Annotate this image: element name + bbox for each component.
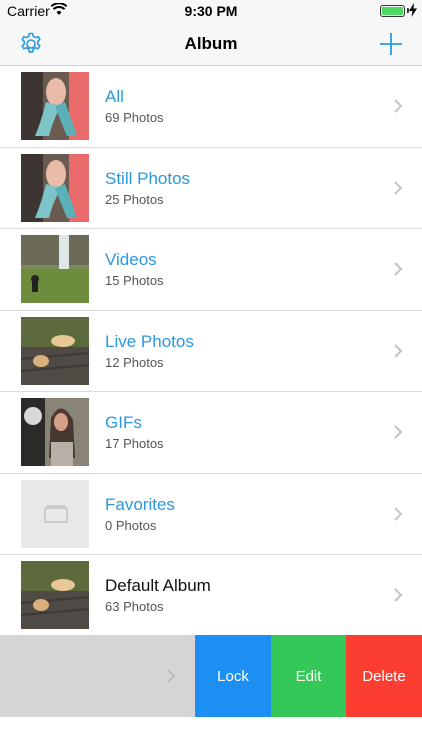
album-count: 17 Photos bbox=[105, 436, 164, 451]
album-list: All 69 Photos Still Photos 25 Photos Vid… bbox=[0, 66, 422, 637]
album-thumbnail bbox=[21, 153, 89, 222]
navigation-bar: Album bbox=[0, 22, 422, 66]
charging-bolt-icon bbox=[409, 3, 417, 17]
status-bar: Carrier 9:30 PM bbox=[0, 0, 422, 22]
chevron-right-icon bbox=[394, 506, 403, 521]
album-thumbnail bbox=[21, 235, 89, 303]
album-name: GIFs bbox=[105, 413, 142, 432]
album-row-all[interactable]: All 69 Photos bbox=[0, 66, 422, 148]
album-row-gifs[interactable]: GIFs 17 Photos bbox=[0, 392, 422, 474]
album-row-favorites[interactable]: Favorites 0 Photos bbox=[0, 473, 422, 555]
chevron-right-icon bbox=[394, 425, 403, 439]
chevron-right-icon bbox=[394, 262, 403, 276]
album-name: Default Album bbox=[105, 576, 211, 595]
battery-icon bbox=[380, 5, 405, 17]
chevron-right-icon bbox=[394, 99, 403, 113]
album-count: 12 Photos bbox=[105, 354, 164, 370]
edit-button[interactable]: Edit bbox=[271, 635, 346, 717]
album-thumbnail bbox=[21, 561, 89, 629]
album-thumbnail bbox=[21, 398, 89, 466]
album-name: All bbox=[105, 87, 124, 106]
album-count: 0 Photos bbox=[105, 517, 157, 533]
page-title: Album bbox=[184, 34, 238, 53]
album-count: 25 Photos bbox=[105, 191, 164, 207]
delete-button[interactable]: Delete bbox=[346, 635, 422, 717]
empty-album-icon bbox=[21, 479, 89, 548]
album-count: 63 Photos bbox=[105, 599, 164, 614]
chevron-right-icon bbox=[394, 588, 403, 602]
album-row-live-photos[interactable]: Live Photos 12 Photos bbox=[0, 310, 422, 392]
album-thumbnail bbox=[21, 72, 89, 140]
clock: 9:30 PM bbox=[184, 3, 238, 19]
album-row-still-photos[interactable]: Still Photos 25 Photos bbox=[0, 147, 422, 229]
album-name: Videos bbox=[105, 250, 157, 269]
chevron-right-icon bbox=[394, 180, 403, 195]
lock-button[interactable]: Lock bbox=[195, 635, 271, 717]
album-name: Still Photos bbox=[105, 168, 191, 188]
chevron-right-icon bbox=[167, 669, 176, 683]
album-count: 69 Photos bbox=[105, 110, 164, 125]
album-row-default-album[interactable]: Default Album 63 Photos bbox=[0, 555, 422, 637]
plus-icon[interactable] bbox=[378, 31, 404, 57]
album-name: Live Photos bbox=[105, 331, 194, 351]
chevron-right-icon bbox=[394, 343, 403, 358]
swiped-row-content[interactable] bbox=[0, 635, 195, 717]
album-name: Favorites bbox=[105, 494, 175, 514]
album-count: 15 Photos bbox=[105, 273, 164, 288]
album-row-videos[interactable]: Videos 15 Photos bbox=[0, 229, 422, 311]
swiped-album-row: Lock Edit Delete bbox=[0, 635, 422, 717]
album-thumbnail bbox=[21, 316, 89, 385]
